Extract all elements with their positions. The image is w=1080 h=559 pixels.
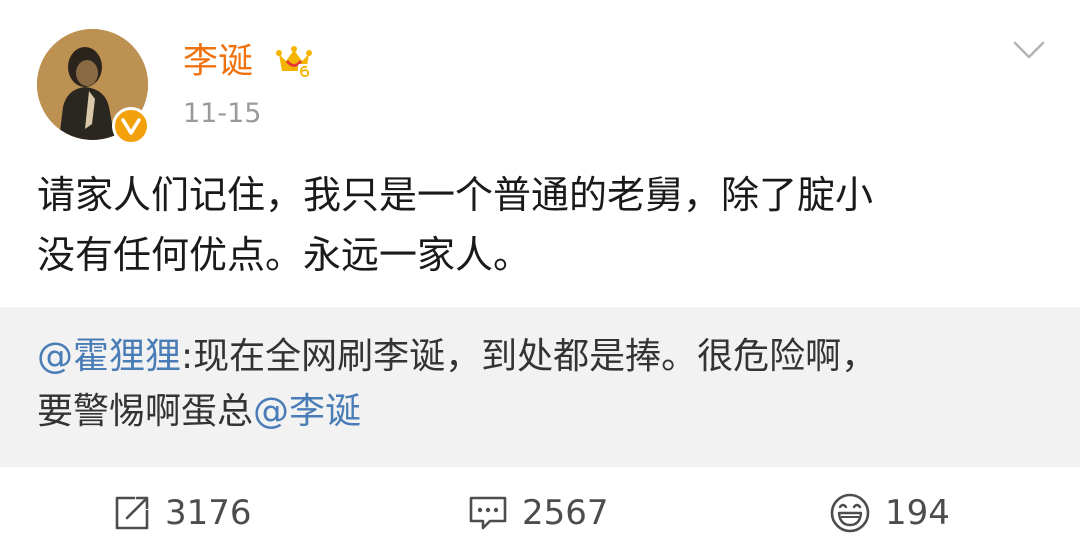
share-count: 3176 xyxy=(165,493,252,533)
post-text-line: 没有任何优点。永远一家人。 xyxy=(37,233,532,277)
comment-count: 2567 xyxy=(522,493,609,533)
post-text: 请家人们记住，我只是一个普通的老舅，除了腚小 没有任何优点。永远一家人。 xyxy=(37,165,1037,285)
share-button[interactable]: 3176 xyxy=(113,493,252,533)
repost-line: @霍狸狸:现在全网刷李诞，到处都是捧。很危险啊， xyxy=(37,329,1047,384)
repost-text: @霍狸狸:现在全网刷李诞，到处都是捧。很危险啊， 要警惕啊蛋总@李诞 xyxy=(37,329,1047,439)
repost-box[interactable]: @霍狸狸:现在全网刷李诞，到处都是捧。很危险啊， 要警惕啊蛋总@李诞 xyxy=(0,307,1080,467)
chevron-down-icon[interactable] xyxy=(1012,38,1046,64)
mention-link[interactable]: @霍狸狸 xyxy=(37,336,181,377)
action-bar: 3176 2567 194 xyxy=(0,467,1080,559)
repost-text-segment: 要警惕啊蛋总 xyxy=(37,391,254,432)
post-text-line: 请家人们记住，我只是一个普通的老舅，除了腚小 xyxy=(37,173,874,217)
share-icon xyxy=(115,496,149,530)
verified-badge-icon xyxy=(112,107,150,145)
like-count: 194 xyxy=(885,493,950,533)
comment-button[interactable]: 2567 xyxy=(468,493,609,533)
like-button[interactable]: 194 xyxy=(829,493,950,533)
repost-text-segment: :现在全网刷李诞，到处都是捧。很危险啊， xyxy=(181,336,878,377)
username[interactable]: 李诞 xyxy=(183,38,253,86)
post-header: 李诞 11-15 xyxy=(0,0,1080,150)
repost-line: 要警惕啊蛋总@李诞 xyxy=(37,384,1047,439)
mention-link[interactable]: @李诞 xyxy=(253,391,361,432)
smile-icon xyxy=(830,493,870,533)
vip-crown-icon xyxy=(276,44,312,80)
comment-icon xyxy=(469,496,507,530)
post-date: 11-15 xyxy=(183,98,262,129)
